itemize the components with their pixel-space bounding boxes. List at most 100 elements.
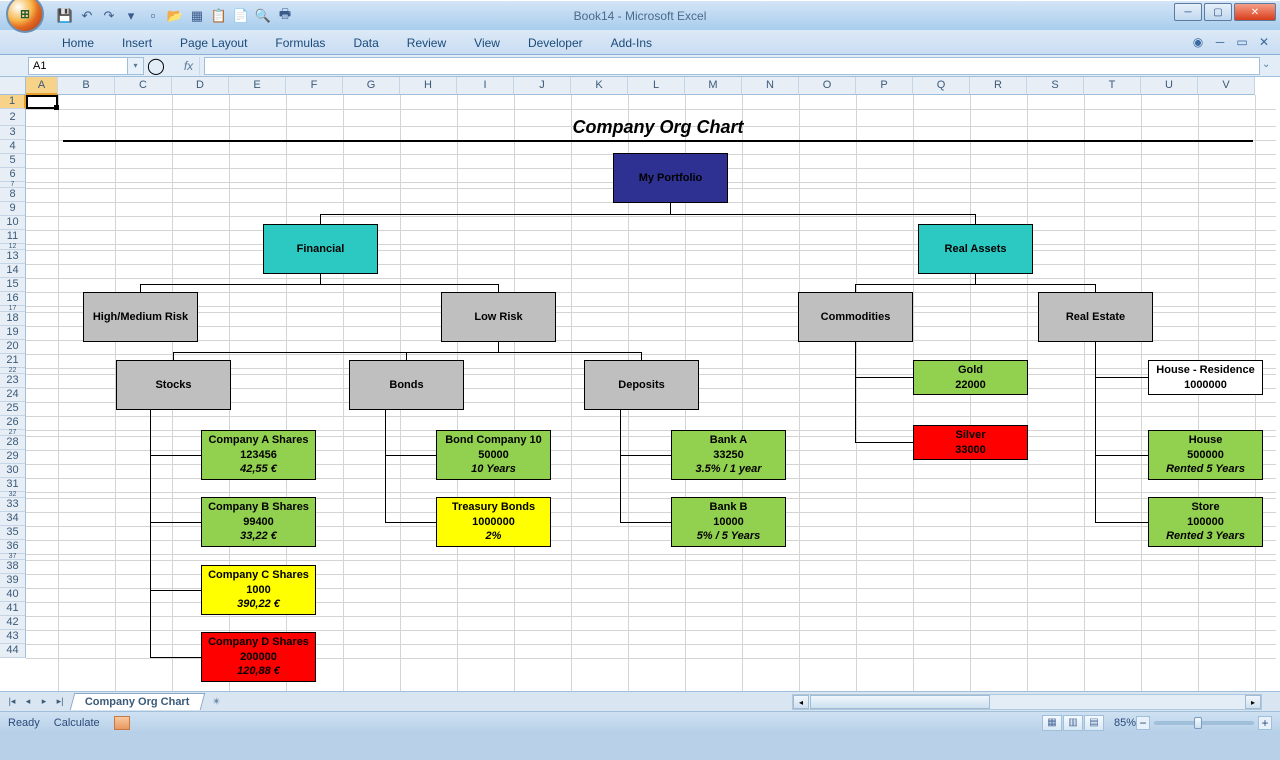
row-header[interactable]: 14 xyxy=(0,264,26,278)
redo-icon[interactable]: ↷ xyxy=(100,7,118,25)
column-header[interactable]: M xyxy=(685,77,742,95)
ribbon-tab-developer[interactable]: Developer xyxy=(516,32,595,54)
row-header[interactable]: 43 xyxy=(0,630,26,644)
org-node-bond10[interactable]: Bond Company 105000010 Years xyxy=(436,430,551,480)
zoom-track[interactable] xyxy=(1154,721,1254,725)
column-header[interactable]: T xyxy=(1084,77,1141,95)
page-layout-view-button[interactable]: ▥ xyxy=(1063,715,1083,731)
print-icon[interactable]: 🖶 xyxy=(276,7,294,25)
column-header[interactable]: H xyxy=(400,77,457,95)
macro-record-icon[interactable] xyxy=(114,716,130,730)
row-header[interactable]: 10 xyxy=(0,216,26,230)
row-header[interactable]: 26 xyxy=(0,416,26,430)
row-header[interactable]: 15 xyxy=(0,278,26,292)
worksheet-grid[interactable]: ABCDEFGHIJKLMNOPQRSTUV 12345678910111213… xyxy=(0,77,1280,691)
save-icon[interactable]: 💾 xyxy=(56,7,74,25)
page-break-view-button[interactable]: ▤ xyxy=(1084,715,1104,731)
org-node-compC[interactable]: Company C Shares1000390,22 € xyxy=(201,565,316,615)
close-workbook-icon[interactable]: ✕ xyxy=(1256,34,1272,50)
column-header[interactable]: I xyxy=(457,77,514,95)
tab-nav-next[interactable]: ▸ xyxy=(36,694,52,710)
column-header[interactable]: Q xyxy=(913,77,970,95)
column-header[interactable]: G xyxy=(343,77,400,95)
row-header[interactable]: 28 xyxy=(0,436,26,450)
org-node-root[interactable]: My Portfolio xyxy=(613,153,728,203)
row-header[interactable]: 3 xyxy=(0,126,26,140)
undo-icon[interactable]: ↶ xyxy=(78,7,96,25)
row-header[interactable]: 5 xyxy=(0,154,26,168)
zoom-percent[interactable]: 85% xyxy=(1114,717,1136,729)
org-node-bankB[interactable]: Bank B100005% / 5 Years xyxy=(671,497,786,547)
new-icon[interactable]: ▫ xyxy=(144,7,162,25)
formula-input[interactable] xyxy=(204,57,1260,75)
org-node-houseR[interactable]: House - Residence1000000 xyxy=(1148,360,1263,395)
org-node-financial[interactable]: Financial xyxy=(263,224,378,274)
tab-nav-first[interactable]: |◂ xyxy=(4,694,20,710)
column-header[interactable]: E xyxy=(229,77,286,95)
row-header[interactable]: 39 xyxy=(0,574,26,588)
row-header[interactable]: 9 xyxy=(0,202,26,216)
column-header[interactable]: P xyxy=(856,77,913,95)
select-all-button[interactable] xyxy=(0,77,26,95)
insert-function-button[interactable]: fx xyxy=(178,57,200,75)
table-icon[interactable]: ▦ xyxy=(188,7,206,25)
org-node-stocks[interactable]: Stocks xyxy=(116,360,231,410)
minimize-ribbon-icon[interactable]: ─ xyxy=(1212,34,1228,50)
ribbon-tab-home[interactable]: Home xyxy=(50,32,106,54)
column-header[interactable]: B xyxy=(58,77,115,95)
org-node-commodities[interactable]: Commodities xyxy=(798,292,913,342)
row-header[interactable]: 40 xyxy=(0,588,26,602)
cell-area[interactable]: Company Org Chart My PortfolioFinancialR… xyxy=(26,95,1280,691)
column-header[interactable]: A xyxy=(26,77,58,95)
row-header[interactable]: 11 xyxy=(0,230,26,244)
ribbon-tab-insert[interactable]: Insert xyxy=(110,32,164,54)
maximize-button[interactable]: ▢ xyxy=(1204,3,1232,21)
row-header[interactable]: 35 xyxy=(0,526,26,540)
horizontal-scrollbar[interactable]: ◂ ▸ xyxy=(792,694,1262,710)
org-node-bonds[interactable]: Bonds xyxy=(349,360,464,410)
office-button[interactable]: ⊞ xyxy=(6,0,44,33)
ribbon-tab-formulas[interactable]: Formulas xyxy=(263,32,337,54)
row-header[interactable]: 20 xyxy=(0,340,26,354)
ribbon-tab-review[interactable]: Review xyxy=(395,32,458,54)
name-box[interactable]: A1 xyxy=(28,57,128,75)
row-header[interactable]: 44 xyxy=(0,644,26,658)
row-header[interactable]: 16 xyxy=(0,292,26,306)
org-node-bankA[interactable]: Bank A332503.5% / 1 year xyxy=(671,430,786,480)
zoom-out-button[interactable]: − xyxy=(1136,716,1150,730)
org-node-compB[interactable]: Company B Shares9940033,22 € xyxy=(201,497,316,547)
column-header[interactable]: K xyxy=(571,77,628,95)
zoom-in-button[interactable]: + xyxy=(1258,716,1272,730)
row-header[interactable]: 21 xyxy=(0,354,26,368)
open-icon[interactable]: 📂 xyxy=(166,7,184,25)
row-header[interactable]: 2 xyxy=(0,109,26,126)
org-node-realestate[interactable]: Real Estate xyxy=(1038,292,1153,342)
print-preview-icon[interactable]: 🔍 xyxy=(254,7,272,25)
tab-nav-prev[interactable]: ◂ xyxy=(20,694,36,710)
column-header[interactable]: L xyxy=(628,77,685,95)
org-node-tbonds[interactable]: Treasury Bonds10000002% xyxy=(436,497,551,547)
ribbon-tab-addins[interactable]: Add-Ins xyxy=(599,32,664,54)
column-header[interactable]: C xyxy=(115,77,172,95)
row-header[interactable]: 4 xyxy=(0,140,26,154)
row-header[interactable]: 31 xyxy=(0,478,26,492)
org-node-gold[interactable]: Gold22000 xyxy=(913,360,1028,395)
hscroll-right-button[interactable]: ▸ xyxy=(1245,695,1261,709)
insert-function-circle-icon[interactable]: ◯ xyxy=(146,57,166,75)
sheet-tab[interactable]: Company Org Chart xyxy=(70,693,205,710)
column-header[interactable]: O xyxy=(799,77,856,95)
org-node-hmrisk[interactable]: High/Medium Risk xyxy=(83,292,198,342)
org-node-deposits[interactable]: Deposits xyxy=(584,360,699,410)
tab-nav-last[interactable]: ▸| xyxy=(52,694,68,710)
org-node-store[interactable]: Store100000Rented 3 Years xyxy=(1148,497,1263,547)
row-header[interactable]: 1 xyxy=(0,95,26,109)
row-header[interactable]: 19 xyxy=(0,326,26,340)
org-node-lowrisk[interactable]: Low Risk xyxy=(441,292,556,342)
org-node-compD[interactable]: Company D Shares200000120,88 € xyxy=(201,632,316,682)
ribbon-tab-page-layout[interactable]: Page Layout xyxy=(168,32,259,54)
column-header[interactable]: F xyxy=(286,77,343,95)
row-header[interactable]: 8 xyxy=(0,188,26,202)
row-header[interactable]: 29 xyxy=(0,450,26,464)
org-node-house2[interactable]: House500000Rented 5 Years xyxy=(1148,430,1263,480)
row-header[interactable]: 6 xyxy=(0,168,26,182)
